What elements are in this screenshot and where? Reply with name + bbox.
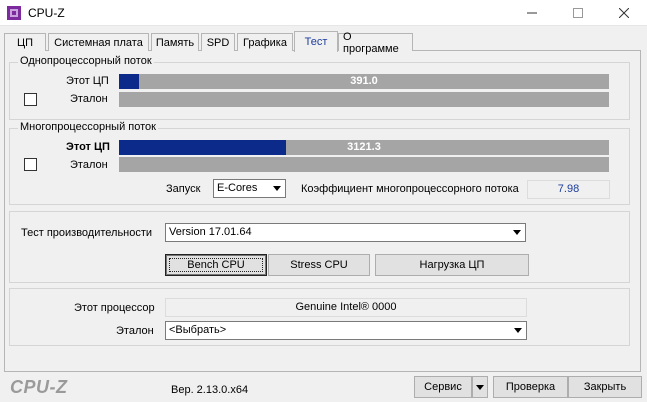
multi-this-cpu-bar: 3121.3 — [119, 140, 609, 155]
cpu-load-button[interactable]: Нагрузка ЦП — [375, 254, 529, 276]
multi-thread-title: Многопроцессорный поток — [18, 121, 158, 133]
version-text: Вер. 2.13.0.x64 — [171, 384, 249, 396]
cpu-z-logo: CPU-Z — [10, 377, 68, 397]
single-reference-checkbox[interactable] — [24, 93, 37, 106]
reference-processor-select[interactable]: <Выбрать> — [165, 321, 527, 340]
launch-select-value: E-Cores — [217, 182, 258, 194]
tab-bench[interactable]: Тест — [294, 31, 338, 52]
multi-reference-bar — [119, 157, 609, 172]
benchmark-version-value: Version 17.01.64 — [169, 226, 252, 238]
minimize-button[interactable] — [509, 0, 555, 26]
multi-reference-checkbox[interactable] — [24, 158, 37, 171]
tab-memory[interactable]: Память — [151, 33, 199, 51]
chevron-down-icon — [269, 181, 284, 196]
single-this-cpu-bar: 391.0 — [119, 74, 609, 89]
benchmark-version-select[interactable]: Version 17.01.64 — [165, 223, 526, 242]
tab-about[interactable]: О программе — [338, 31, 413, 55]
multi-reference-label: Эталон — [70, 159, 108, 171]
window-title: CPU-Z — [28, 6, 65, 20]
launch-select[interactable]: E-Cores — [213, 179, 286, 198]
benchmark-label: Тест производительности — [21, 227, 153, 239]
cpu-z-app-icon — [7, 6, 21, 20]
tools-button[interactable]: Сервис — [414, 376, 472, 398]
focus-outline — [169, 258, 263, 272]
single-reference-bar — [119, 92, 609, 107]
single-this-cpu-label: Этот ЦП — [66, 75, 109, 87]
tab-cpu[interactable]: ЦП — [4, 33, 46, 51]
ratio-label: Коэффициент многопроцессорного потока — [301, 183, 519, 195]
single-reference-label: Эталон — [70, 93, 108, 105]
maximize-icon — [573, 8, 583, 18]
stress-cpu-button[interactable]: Stress CPU — [268, 254, 370, 276]
tools-dropdown-button[interactable] — [472, 376, 488, 398]
tab-spd[interactable]: SPD — [201, 33, 235, 51]
minimize-icon — [527, 12, 537, 14]
single-this-cpu-score: 391.0 — [350, 75, 378, 87]
bench-cpu-button[interactable]: Bench CPU — [165, 254, 267, 276]
reference-processor-value: <Выбрать> — [169, 324, 227, 336]
title-bar: CPU-Z — [0, 0, 647, 26]
this-processor-value: Genuine Intel® 0000 — [165, 298, 527, 317]
multi-this-cpu-score: 3121.3 — [347, 141, 381, 153]
ratio-value: 7.98 — [527, 180, 610, 199]
maximize-button[interactable] — [555, 0, 601, 26]
close-window-button[interactable] — [601, 0, 647, 26]
chevron-down-icon — [510, 323, 525, 338]
this-processor-label: Этот процессор — [74, 302, 155, 314]
chevron-down-icon — [476, 384, 484, 390]
validate-button[interactable]: Проверка — [493, 376, 568, 398]
launch-label: Запуск — [166, 183, 201, 195]
tab-mainboard[interactable]: Системная плата — [48, 33, 149, 51]
reference-processor-label: Эталон — [116, 325, 154, 337]
multi-this-cpu-label: Этот ЦП — [66, 141, 110, 153]
single-thread-group: Однопроцессорный поток — [9, 55, 630, 120]
close-button[interactable]: Закрыть — [568, 376, 642, 398]
single-thread-title: Однопроцессорный поток — [18, 55, 154, 67]
chevron-down-icon — [509, 225, 524, 240]
close-icon — [619, 8, 629, 18]
tab-graphics[interactable]: Графика — [237, 33, 293, 51]
